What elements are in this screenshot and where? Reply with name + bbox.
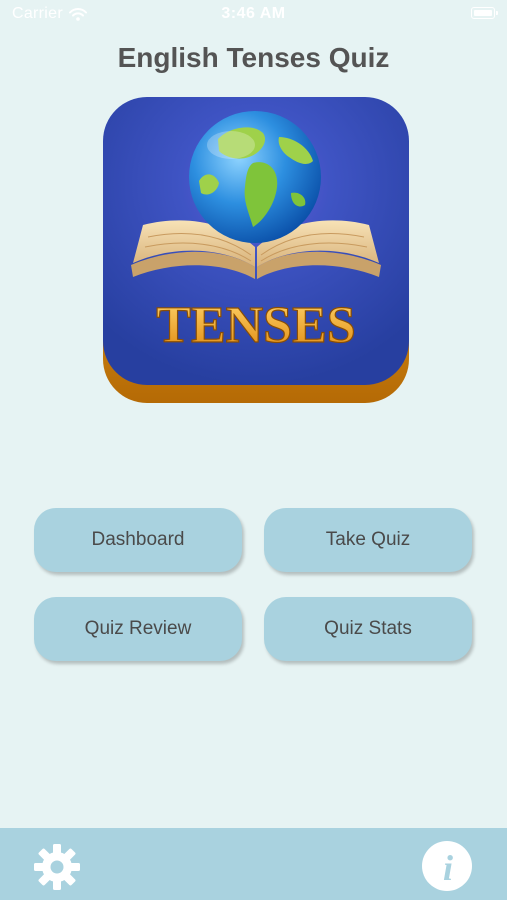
page-title: English Tenses Quiz [117, 42, 390, 73]
status-time: 3:46 AM [221, 5, 286, 22]
gear-icon[interactable] [32, 842, 82, 892]
info-icon[interactable]: i [421, 840, 473, 892]
battery-icon [471, 7, 498, 19]
svg-text:i: i [443, 848, 453, 888]
dashboard-button[interactable]: Dashboard [34, 508, 242, 572]
app-logo: TENSES [103, 97, 409, 403]
quiz-stats-button[interactable]: Quiz Stats [264, 597, 472, 661]
take-quiz-button[interactable]: Take Quiz [264, 508, 472, 572]
status-bar: Carrier 3:46 AM [0, 0, 507, 30]
quiz-review-button[interactable]: Quiz Review [34, 597, 242, 661]
logo-text: TENSES [156, 297, 355, 354]
